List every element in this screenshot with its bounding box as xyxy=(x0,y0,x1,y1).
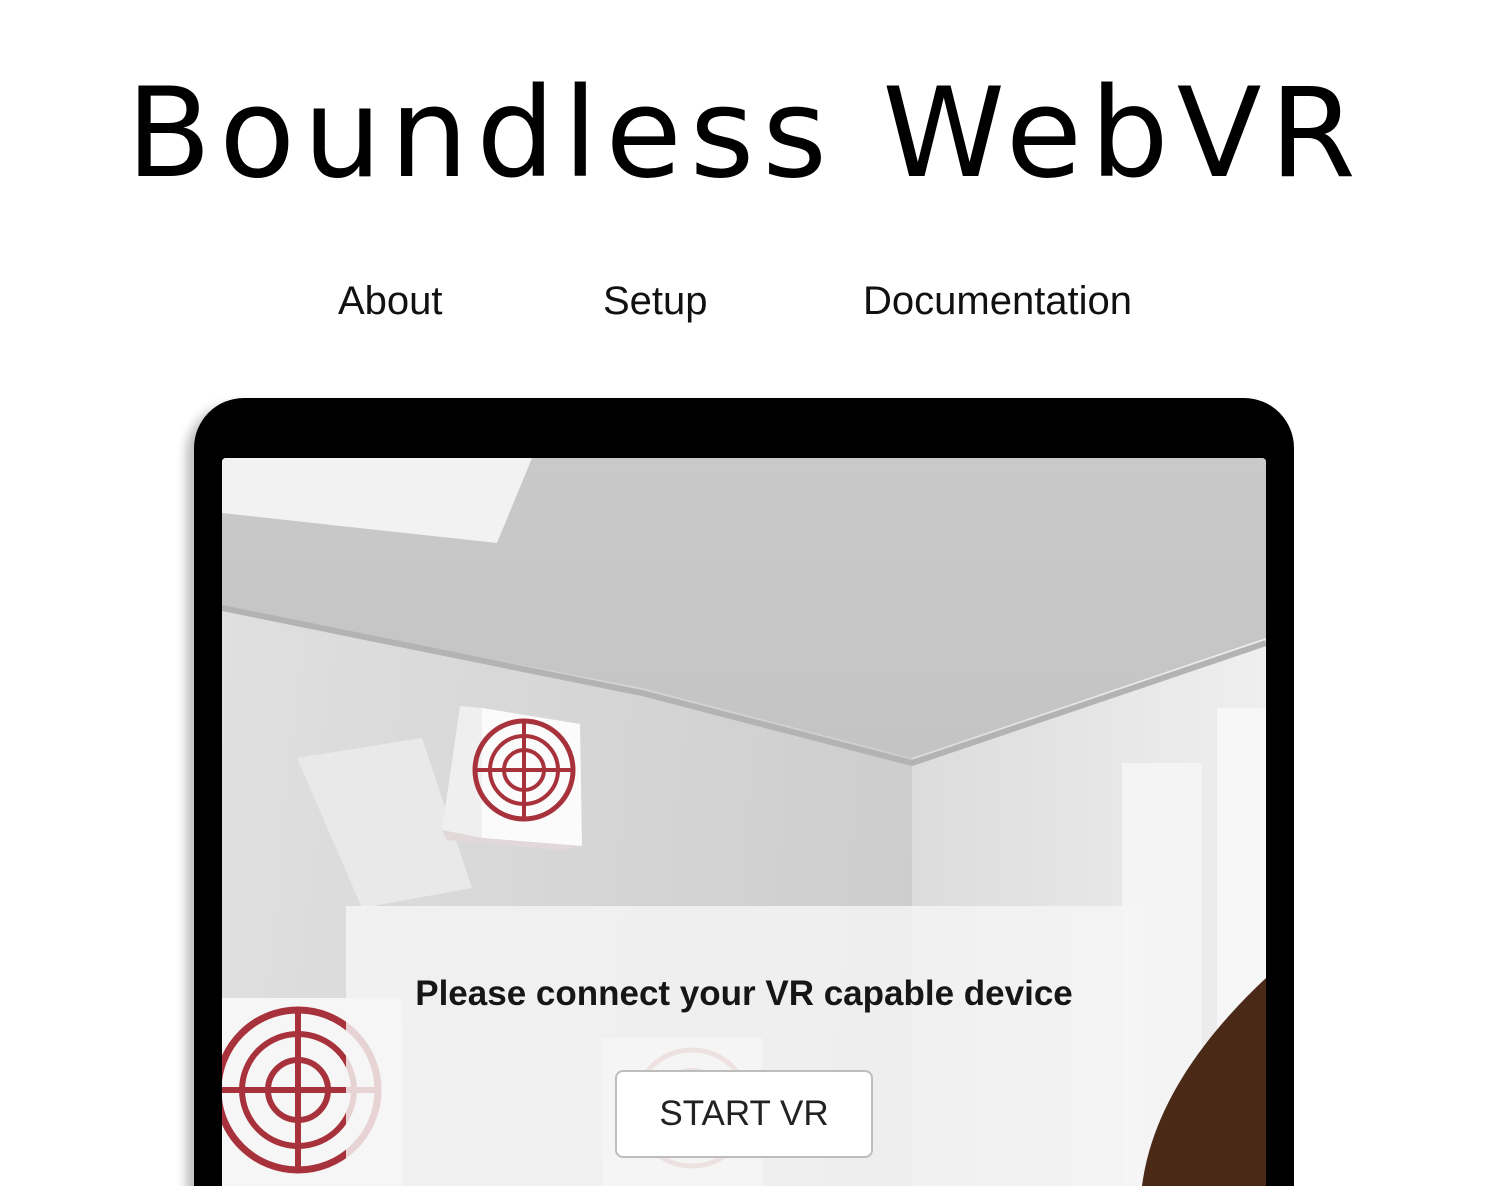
nav-link-documentation[interactable]: Documentation xyxy=(863,276,1132,326)
main-nav: About Setup Documentation xyxy=(0,276,1490,326)
page: Boundless WebVR About Setup Documentatio… xyxy=(0,0,1490,1186)
vr-preview-screen[interactable]: Please connect your VR capable device ST… xyxy=(222,458,1266,1186)
nav-link-about[interactable]: About xyxy=(338,276,443,326)
target-cube xyxy=(442,706,582,850)
vr-connect-message: Please connect your VR capable device xyxy=(415,974,1073,1013)
site-title: Boundless WebVR xyxy=(126,62,1364,206)
target-icon xyxy=(472,718,576,822)
nav-link-setup[interactable]: Setup xyxy=(603,276,708,326)
start-vr-button[interactable]: START VR xyxy=(615,1070,873,1158)
